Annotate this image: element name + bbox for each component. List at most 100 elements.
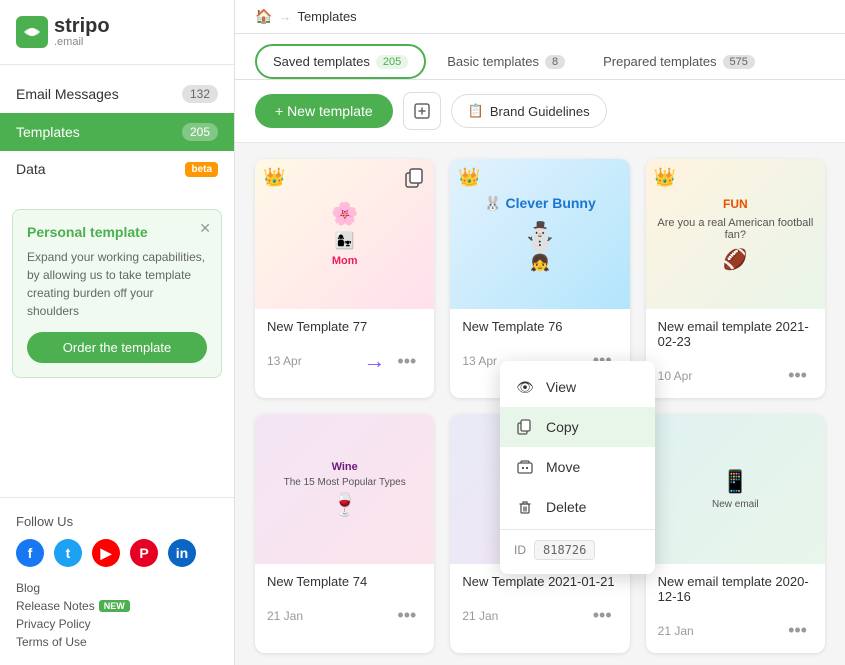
- breadcrumb-separator: →: [278, 9, 291, 24]
- social-icons: f t ▶ P in: [16, 539, 218, 567]
- email-messages-badge: 132: [182, 85, 218, 103]
- context-menu-delete[interactable]: Delete: [500, 487, 655, 527]
- more-button-t21[interactable]: •••: [587, 603, 618, 628]
- logo-text: stripo .email: [54, 16, 110, 48]
- template-bottom-t21: 21 Jan •••: [450, 599, 629, 638]
- data-label: Data: [16, 161, 46, 177]
- footer-links: Blog Release Notes NEW Privacy Policy Te…: [16, 581, 218, 649]
- copy-menu-icon: [514, 416, 536, 438]
- release-notes-link[interactable]: Release Notes NEW: [16, 599, 218, 613]
- follow-us-label: Follow Us: [16, 514, 218, 529]
- template-name-t23: New email template 2021-02-23: [658, 319, 813, 349]
- arrow-indicator: →: [363, 348, 385, 374]
- more-button-t74[interactable]: •••: [391, 603, 422, 628]
- context-menu-move[interactable]: Move: [500, 447, 655, 487]
- prepared-templates-label: Prepared templates: [603, 54, 716, 69]
- delete-label: Delete: [546, 499, 586, 515]
- main-content: 🏠 → Templates Saved templates 205 Basic …: [235, 0, 845, 665]
- sidebar-item-email-messages[interactable]: Email Messages 132: [0, 75, 234, 113]
- top-bar: 🏠 → Templates: [235, 0, 845, 34]
- template-card-t74: Wine The 15 Most Popular Types 🍷 New Tem…: [255, 414, 434, 653]
- brand-icon: 📋: [468, 103, 484, 119]
- view-label: View: [546, 379, 576, 395]
- basic-templates-count: 8: [545, 55, 565, 69]
- prepared-templates-count: 575: [723, 55, 755, 69]
- templates-label: Templates: [16, 124, 80, 140]
- saved-templates-count: 205: [376, 55, 408, 69]
- template-name-t16: New email template 2020-12-16: [658, 574, 813, 604]
- template-thumb-t23: FUN Are you a real American football fan…: [646, 159, 825, 309]
- template-info-t23: New email template 2021-02-23: [646, 309, 825, 359]
- tab-basic-templates[interactable]: Basic templates 8: [430, 45, 582, 78]
- close-icon[interactable]: ✕: [199, 220, 211, 237]
- tabs-bar: Saved templates 205 Basic templates 8 Pr…: [235, 34, 845, 80]
- template-bottom-t23: 10 Apr •••: [646, 359, 825, 398]
- crown-badge-t23: 👑: [654, 167, 676, 188]
- pinterest-icon[interactable]: P: [130, 539, 158, 567]
- logo-brand: stripo: [54, 16, 110, 36]
- privacy-policy-link[interactable]: Privacy Policy: [16, 617, 218, 631]
- breadcrumb: 🏠 → Templates: [255, 8, 357, 25]
- template-info-t16: New email template 2020-12-16: [646, 564, 825, 614]
- data-badge: beta: [185, 162, 218, 177]
- new-badge: NEW: [99, 600, 130, 612]
- email-messages-label: Email Messages: [16, 86, 119, 102]
- more-button-t23[interactable]: •••: [782, 363, 813, 388]
- copy-label: Copy: [546, 419, 579, 435]
- crown-badge-t77: 👑: [263, 167, 285, 188]
- move-icon: [514, 456, 536, 478]
- personal-template-desc: Expand your working capabilities, by all…: [27, 248, 207, 320]
- id-label: ID: [514, 543, 526, 557]
- template-info-t76: New Template 76: [450, 309, 629, 344]
- template-date-t21: 21 Jan: [462, 609, 498, 623]
- terms-of-use-link[interactable]: Terms of Use: [16, 635, 218, 649]
- tab-prepared-templates[interactable]: Prepared templates 575: [586, 45, 772, 78]
- id-section: ID 818726: [500, 532, 655, 568]
- template-date-t16: 21 Jan: [658, 624, 694, 638]
- template-date-t77: 13 Apr: [267, 354, 302, 368]
- template-card-t16: 📱 New email New email template 2020-12-1…: [646, 414, 825, 653]
- youtube-icon[interactable]: ▶: [92, 539, 120, 567]
- linkedin-icon[interactable]: in: [168, 539, 196, 567]
- twitter-icon[interactable]: t: [54, 539, 82, 567]
- sidebar-item-templates[interactable]: Templates 205: [0, 113, 234, 151]
- more-button-t16[interactable]: •••: [782, 618, 813, 643]
- template-thumb-t16: 📱 New email: [646, 414, 825, 564]
- template-date-t23: 10 Apr: [658, 369, 693, 383]
- template-info-t77: New Template 77: [255, 309, 434, 344]
- sidebar-item-data[interactable]: Data beta: [0, 151, 234, 187]
- template-bottom-t16: 21 Jan •••: [646, 614, 825, 653]
- crown-badge-t76: 👑: [458, 167, 480, 188]
- sidebar: stripo .email Email Messages 132 Templat…: [0, 0, 235, 665]
- upload-icon-button[interactable]: [403, 92, 441, 130]
- logo-area: stripo .email: [0, 0, 234, 65]
- new-template-button[interactable]: + New template: [255, 94, 393, 128]
- personal-template-title: Personal template: [27, 224, 207, 240]
- delete-icon: [514, 496, 536, 518]
- template-card-t77: 🌸 👩‍👧 Mom 👑 New Template 77: [255, 159, 434, 398]
- brand-guidelines-button[interactable]: 📋 Brand Guidelines: [451, 94, 607, 128]
- template-name-t76: New Template 76: [462, 319, 562, 334]
- template-name-t77: New Template 77: [267, 319, 367, 334]
- copy-icon-t77: [404, 167, 426, 194]
- context-menu-copy[interactable]: Copy: [500, 407, 655, 447]
- more-button-t77[interactable]: •••: [391, 349, 422, 374]
- home-icon[interactable]: 🏠: [255, 8, 272, 25]
- facebook-icon[interactable]: f: [16, 539, 44, 567]
- context-menu-view[interactable]: 👁 View: [500, 367, 655, 407]
- tab-saved-templates[interactable]: Saved templates 205: [255, 44, 426, 79]
- blog-link[interactable]: Blog: [16, 581, 218, 595]
- template-date-t74: 21 Jan: [267, 609, 303, 623]
- toolbar: + New template 📋 Brand Guidelines: [235, 80, 845, 143]
- template-date-t76: 13 Apr: [462, 354, 497, 368]
- templates-badge: 205: [182, 123, 218, 141]
- template-thumb-t77: 🌸 👩‍👧 Mom 👑: [255, 159, 434, 309]
- basic-templates-label: Basic templates: [447, 54, 539, 69]
- menu-divider: [500, 529, 655, 530]
- template-bottom-t74: 21 Jan •••: [255, 599, 434, 638]
- logo-icon: [16, 16, 48, 48]
- template-info-t74: New Template 74: [255, 564, 434, 599]
- template-thumb-t76: 🐰 Clever Bunny ⛄ 👧 👑: [450, 159, 629, 309]
- order-template-button[interactable]: Order the template: [27, 332, 207, 363]
- template-name-t74: New Template 74: [267, 574, 367, 589]
